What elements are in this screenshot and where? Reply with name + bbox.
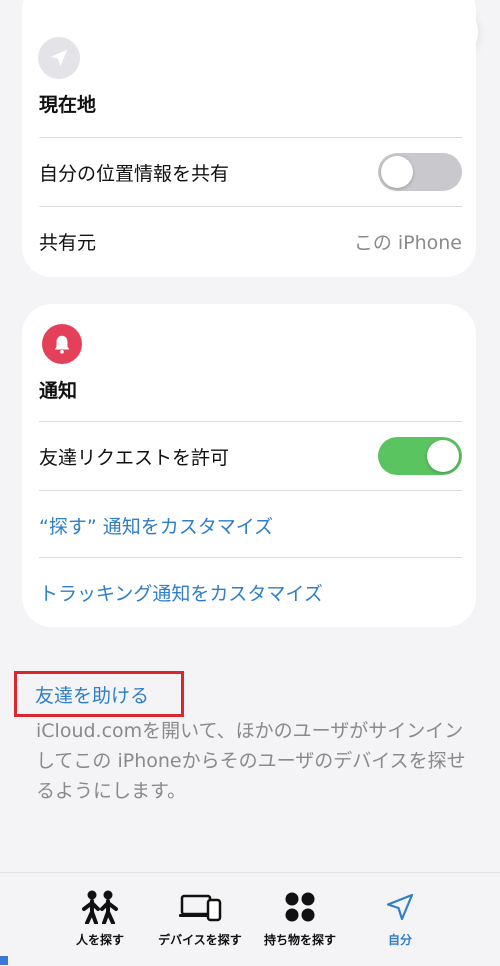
tab-devices[interactable]: デバイスを探す — [145, 887, 255, 948]
customize-find-notifications-label: “探す” 通知をカスタマイズ — [39, 515, 274, 538]
bell-icon — [42, 324, 82, 364]
items-icon — [285, 892, 315, 922]
tab-me[interactable]: 自分 — [345, 887, 455, 948]
tab-people-label: 人を探す — [75, 933, 124, 947]
location-icon — [38, 37, 80, 79]
help-friend-description: iCloud.comを開いて、ほかのユーザがサインインしてこの iPhoneから… — [36, 720, 466, 802]
tab-items[interactable]: 持ち物を探す — [245, 887, 355, 948]
friend-request-row: 友達リクエストを許可 — [39, 422, 462, 490]
share-location-row: 自分の位置情報を共有 — [39, 138, 462, 206]
notification-card: 通知 友達リクエストを許可 “探す” 通知をカスタマイズ トラッキング通知をカス… — [22, 304, 476, 627]
help-friend-link[interactable]: 友達を助ける — [14, 671, 184, 717]
location-arrow-icon — [386, 893, 414, 921]
screen-corner-mark — [0, 956, 8, 965]
share-location-toggle[interactable] — [378, 153, 462, 191]
location-section-title: 現在地 — [39, 94, 97, 116]
share-location-label: 自分の位置情報を共有 — [39, 162, 230, 185]
shared-from-value: この iPhone — [353, 231, 462, 254]
location-card: 現在地 自分の位置情報を共有 共有元 この iPhone — [22, 0, 476, 277]
devices-icon — [179, 894, 222, 922]
tab-bar: 人を探す デバイスを探す 持ち物を探す 自分 — [0, 872, 500, 966]
notification-section-title: 通知 — [39, 380, 78, 402]
tab-items-label: 持ち物を探す — [263, 933, 336, 947]
customize-tracking-notifications-link[interactable]: トラッキング通知をカスタマイズ — [39, 558, 462, 626]
tab-me-label: 自分 — [387, 933, 412, 947]
help-friend-label: 友達を助ける — [35, 684, 150, 707]
shared-from-row[interactable]: 共有元 この iPhone — [39, 207, 462, 275]
shared-from-label: 共有元 — [39, 231, 97, 254]
customize-find-notifications-link[interactable]: “探す” 通知をカスタマイズ — [39, 491, 462, 559]
friend-request-label: 友達リクエストを許可 — [39, 446, 230, 469]
tab-people[interactable]: 人を探す — [45, 887, 155, 948]
friend-request-toggle[interactable] — [378, 437, 462, 475]
me-sheet: 自分 現在地 自分の位置情報を共有 共有元 この iPhone — [0, 0, 500, 966]
tab-devices-label: デバイスを探す — [158, 933, 242, 947]
people-icon — [82, 890, 118, 924]
customize-tracking-notifications-label: トラッキング通知をカスタマイズ — [39, 582, 323, 605]
